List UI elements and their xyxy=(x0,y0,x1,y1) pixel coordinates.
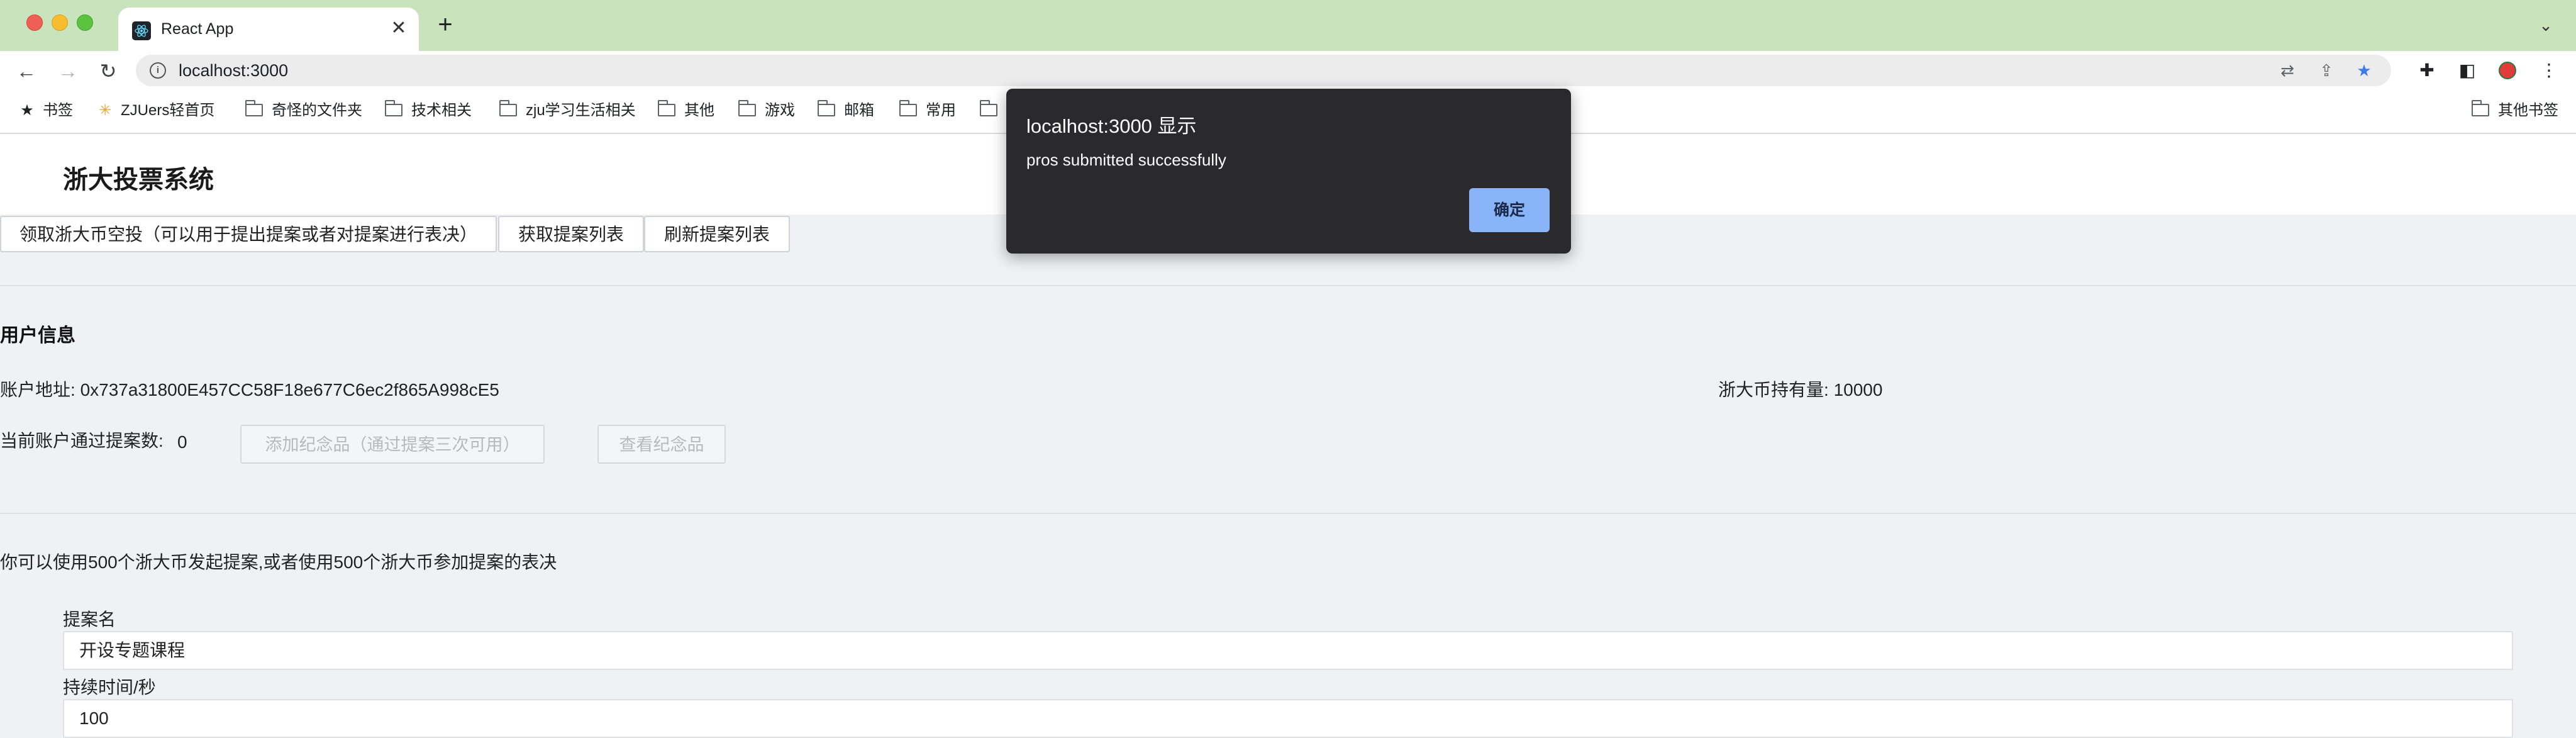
folder-icon xyxy=(738,100,756,116)
browser-tab[interactable]: React App ✕ xyxy=(118,8,419,51)
alert-dialog: localhost:3000 显示 pros submitted success… xyxy=(1006,89,1571,254)
bookmark-folder-mail[interactable]: 邮箱 xyxy=(817,100,874,121)
back-arrow-icon[interactable]: ← xyxy=(14,59,39,84)
bookmark-folder-games[interactable]: 游戏 xyxy=(738,100,795,121)
token-balance-label: 浙大币持有量: xyxy=(1718,380,1829,400)
window-close-button[interactable] xyxy=(26,14,43,31)
forward-arrow-icon[interactable]: → xyxy=(55,59,80,84)
window-maximize-button[interactable] xyxy=(77,14,93,31)
alert-ok-button[interactable]: 确定 xyxy=(1469,188,1550,232)
alert-message: pros submitted successfully xyxy=(1026,150,1226,169)
url-text[interactable]: localhost:3000 xyxy=(179,61,288,81)
get-proposal-list-button[interactable]: 获取提案列表 xyxy=(498,216,644,252)
bookmark-item-bookmarks[interactable]: ★ 书签 xyxy=(18,100,73,121)
folder-icon xyxy=(384,100,402,116)
duration-label: 持续时间/秒 xyxy=(63,678,156,697)
airdrop-button[interactable]: 领取浙大币空投（可以用于提出提案或者对提案进行表决） xyxy=(0,216,497,252)
folder-icon xyxy=(899,100,917,116)
translate-icon[interactable]: ⇄ xyxy=(2277,60,2298,81)
passed-proposals-value: 0 xyxy=(177,432,187,452)
tab-search-chevron-icon[interactable]: ⌄ xyxy=(2534,14,2557,36)
more-menu-icon[interactable]: ⋮ xyxy=(2537,59,2561,82)
add-souvenir-button[interactable]: 添加纪念品（通过提案三次可用） xyxy=(240,425,545,464)
divider xyxy=(0,285,2576,286)
window-minimize-button[interactable] xyxy=(52,14,68,31)
bookmark-folder-hidden[interactable] xyxy=(979,100,1006,121)
token-balance-value: 10000 xyxy=(1833,380,1883,400)
address-bar[interactable]: i localhost:3000 ⇄ ⇪ ★ xyxy=(136,55,2391,86)
profile-avatar-icon[interactable] xyxy=(2496,59,2519,82)
bookmark-folder-zju-life[interactable]: zju学习生活相关 xyxy=(499,100,636,121)
view-souvenir-button[interactable]: 查看纪念品 xyxy=(597,425,726,464)
account-address-value: 0x737a31800E457CC58F18e677C6ec2f865A998c… xyxy=(80,380,499,400)
site-info-icon[interactable]: i xyxy=(150,62,166,79)
page-title: 浙大投票系统 xyxy=(63,166,214,194)
side-panel-icon[interactable]: ◧ xyxy=(2455,59,2479,82)
user-info-title: 用户信息 xyxy=(0,325,75,346)
proposal-name-input[interactable]: 开设专题课程 xyxy=(63,631,2513,670)
star-icon: ★ xyxy=(20,102,34,119)
new-tab-button[interactable]: + xyxy=(433,12,458,38)
proposal-hint-text: 你可以使用500个浙大币发起提案,或者使用500个浙大币参加提案的表决 xyxy=(0,552,557,572)
divider xyxy=(0,513,2576,514)
zjuers-logo-icon: ✳ xyxy=(98,102,112,119)
bookmark-folder-other-bookmarks[interactable]: 其他书签 xyxy=(2471,100,2558,121)
account-address: 账户地址: 0x737a31800E457CC58F18e677C6ec2f86… xyxy=(0,376,499,401)
refresh-proposal-list-button[interactable]: 刷新提案列表 xyxy=(644,216,790,252)
proposal-name-label: 提案名 xyxy=(63,610,116,629)
bookmark-folder-other[interactable]: 其他 xyxy=(657,100,714,121)
bookmark-folder-tech[interactable]: 技术相关 xyxy=(384,100,472,121)
bookmark-folder-weird[interactable]: 奇怪的文件夹 xyxy=(245,100,362,121)
tab-title: React App xyxy=(161,20,234,38)
folder-icon xyxy=(2471,100,2489,116)
browser-tab-strip: React App ✕ + ⌄ xyxy=(0,0,2576,51)
browser-toolbar: ← → ↻ i localhost:3000 ⇄ ⇪ ★ ✚ ◧ ⋮ xyxy=(0,51,2576,90)
share-icon[interactable]: ⇪ xyxy=(2316,60,2337,81)
bookmark-item-zjuers[interactable]: ✳ ZJUers轻首页 xyxy=(96,100,214,121)
tab-close-icon[interactable]: ✕ xyxy=(387,17,410,40)
reload-icon[interactable]: ↻ xyxy=(96,59,121,84)
react-logo-icon xyxy=(132,21,151,40)
bookmark-folder-common[interactable]: 常用 xyxy=(899,100,956,121)
account-address-label: 账户地址: xyxy=(0,380,75,400)
folder-icon xyxy=(657,100,675,116)
token-balance: 浙大币持有量: 10000 xyxy=(1718,376,1882,401)
bookmark-star-icon[interactable]: ★ xyxy=(2353,60,2375,81)
duration-input[interactable]: 100 xyxy=(63,699,2513,738)
folder-icon xyxy=(245,100,263,116)
passed-proposals-label: 当前账户通过提案数: xyxy=(0,431,164,450)
folder-icon xyxy=(499,100,517,116)
extensions-puzzle-icon[interactable]: ✚ xyxy=(2415,59,2439,82)
alert-title: localhost:3000 显示 xyxy=(1026,115,1197,137)
folder-icon xyxy=(979,100,997,116)
folder-icon xyxy=(817,100,835,116)
